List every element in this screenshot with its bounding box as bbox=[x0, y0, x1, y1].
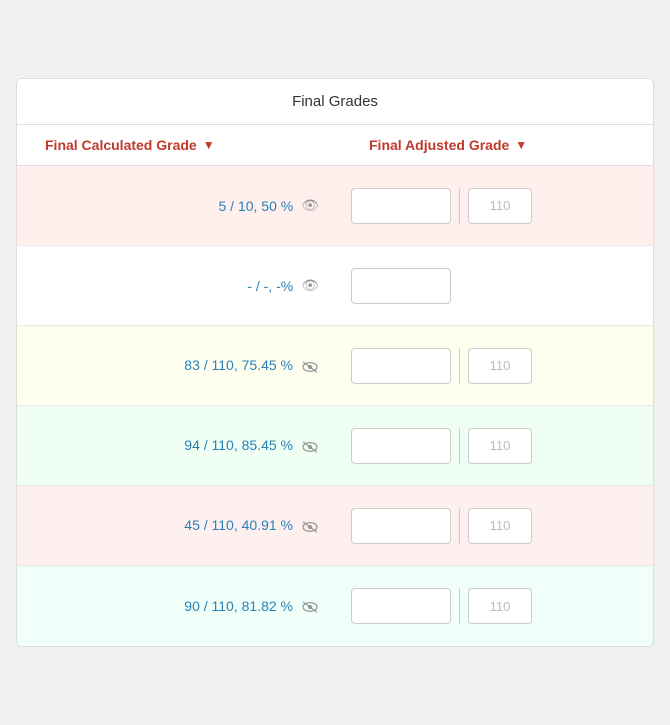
input-divider bbox=[459, 188, 460, 224]
calculated-grade-text: 45 / 110, 40.91 % bbox=[184, 517, 293, 533]
table-row: 45 / 110, 40.91 % bbox=[17, 486, 653, 566]
adjusted-grade-cell bbox=[335, 348, 653, 384]
card-title: Final Grades bbox=[17, 79, 653, 125]
table-row: 83 / 110, 75.45 % bbox=[17, 326, 653, 406]
column-headers: Final Calculated Grade ▼ Final Adjusted … bbox=[17, 125, 653, 166]
slash-eye-icon[interactable] bbox=[301, 598, 319, 614]
adjusted-grade-input[interactable] bbox=[351, 268, 451, 304]
adjusted-grade-input[interactable] bbox=[351, 508, 451, 544]
calculated-grade-text: - / -, -% bbox=[247, 278, 293, 294]
rows-container: 5 / 10, 50 % 👁 - / -, -% 👁 83 / 110, 75.45 %… bbox=[17, 166, 653, 646]
adjusted-grade-cell bbox=[335, 188, 653, 224]
calculated-grade-cell: 45 / 110, 40.91 % bbox=[17, 517, 335, 533]
slash-eye-icon[interactable] bbox=[301, 437, 319, 453]
table-row: 90 / 110, 81.82 % bbox=[17, 566, 653, 646]
adjusted-grade-cell bbox=[335, 508, 653, 544]
out-of-input[interactable] bbox=[468, 588, 532, 624]
col-header-adjusted[interactable]: Final Adjusted Grade ▼ bbox=[329, 137, 653, 153]
chevron-down-icon: ▼ bbox=[515, 138, 527, 152]
calculated-grade-cell: 83 / 110, 75.45 % bbox=[17, 357, 335, 373]
chevron-down-icon: ▼ bbox=[203, 138, 215, 152]
table-row: 94 / 110, 85.45 % bbox=[17, 406, 653, 486]
input-divider bbox=[459, 428, 460, 464]
slash-eye-icon[interactable] bbox=[301, 517, 319, 533]
eye-icon[interactable]: 👁 bbox=[301, 197, 319, 214]
adjusted-grade-input[interactable] bbox=[351, 588, 451, 624]
input-divider bbox=[459, 588, 460, 624]
table-row: 5 / 10, 50 % 👁 bbox=[17, 166, 653, 246]
table-row: - / -, -% 👁 bbox=[17, 246, 653, 326]
slash-eye-icon[interactable] bbox=[301, 357, 319, 373]
eye-icon[interactable]: 👁 bbox=[301, 277, 319, 294]
adjusted-grade-cell bbox=[335, 268, 653, 304]
col-calculated-label: Final Calculated Grade bbox=[45, 137, 197, 153]
calculated-grade-cell: - / -, -% 👁 bbox=[17, 277, 335, 294]
final-grades-card: Final Grades Final Calculated Grade ▼ Fi… bbox=[16, 78, 654, 647]
calculated-grade-cell: 90 / 110, 81.82 % bbox=[17, 598, 335, 614]
adjusted-grade-input[interactable] bbox=[351, 188, 451, 224]
out-of-input[interactable] bbox=[468, 428, 532, 464]
col-adjusted-label: Final Adjusted Grade bbox=[369, 137, 509, 153]
adjusted-grade-input[interactable] bbox=[351, 428, 451, 464]
input-divider bbox=[459, 348, 460, 384]
adjusted-grade-input[interactable] bbox=[351, 348, 451, 384]
adjusted-grade-cell bbox=[335, 588, 653, 624]
out-of-input[interactable] bbox=[468, 508, 532, 544]
calculated-grade-text: 94 / 110, 85.45 % bbox=[184, 437, 293, 453]
adjusted-grade-cell bbox=[335, 428, 653, 464]
calculated-grade-text: 90 / 110, 81.82 % bbox=[184, 598, 293, 614]
calculated-grade-text: 83 / 110, 75.45 % bbox=[184, 357, 293, 373]
calculated-grade-cell: 94 / 110, 85.45 % bbox=[17, 437, 335, 453]
out-of-input[interactable] bbox=[468, 348, 532, 384]
input-divider bbox=[459, 508, 460, 544]
col-header-calculated[interactable]: Final Calculated Grade ▼ bbox=[17, 137, 329, 153]
out-of-input[interactable] bbox=[468, 188, 532, 224]
calculated-grade-text: 5 / 10, 50 % bbox=[219, 198, 294, 214]
calculated-grade-cell: 5 / 10, 50 % 👁 bbox=[17, 197, 335, 214]
